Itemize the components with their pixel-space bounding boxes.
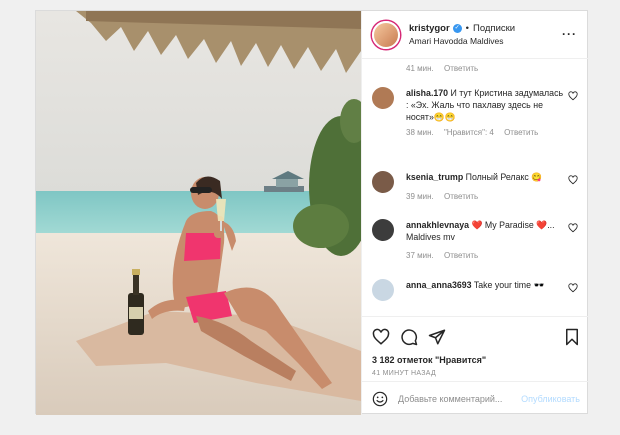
comment-time: 38 мин. — [406, 128, 434, 137]
post-location[interactable]: Amari Havodda Maldives — [409, 35, 515, 48]
following-button[interactable]: Подписки — [473, 22, 515, 35]
post-side-panel: kristygor ✓ • Подписки Amari Havodda Mal… — [361, 11, 590, 415]
comment-time: 37 мин. — [406, 251, 434, 260]
comment-likes[interactable]: "Нравится": 4 — [444, 128, 494, 137]
more-options-icon[interactable]: ··· — [562, 27, 577, 41]
like-comment-heart-icon[interactable] — [568, 283, 578, 293]
commenter-avatar[interactable] — [372, 87, 394, 109]
comment-text: Полный Релакс 😋 — [465, 172, 543, 182]
commenter-avatar[interactable] — [372, 219, 394, 241]
commenter-username[interactable]: anna_anna3693 — [406, 280, 472, 290]
comment-item: alisha.170 И тут Кристина задумалась : «… — [372, 87, 582, 137]
previous-comment-meta: 41 мин. Ответить — [406, 64, 486, 73]
commenter-avatar[interactable] — [372, 171, 394, 193]
comment-text: Take your time 🕶️ — [473, 280, 545, 290]
like-comment-heart-icon[interactable] — [568, 223, 578, 233]
verified-badge-icon: ✓ — [452, 23, 462, 33]
commenter-username[interactable]: ksenia_trump — [406, 172, 463, 182]
publish-button[interactable]: Опубликовать — [521, 394, 580, 404]
comment-item: ksenia_trump Полный Релакс 😋 39 мин. Отв… — [372, 171, 582, 201]
comment-item: anna_anna3693 Take your time 🕶️ — [372, 279, 582, 301]
comment-input[interactable] — [398, 393, 510, 404]
comments-list[interactable]: 41 мин. Ответить alisha.170 И тут Кристи… — [362, 59, 589, 313]
add-comment-bar: Опубликовать — [362, 381, 590, 415]
like-comment-heart-icon[interactable] — [568, 175, 578, 185]
author-username[interactable]: kristygor — [409, 22, 450, 35]
like-heart-icon[interactable] — [372, 328, 390, 346]
beach-photo-illustration — [36, 11, 361, 415]
post-window: kristygor ✓ • Подписки Amari Havodda Mal… — [35, 10, 590, 415]
commenter-avatar[interactable] — [372, 279, 394, 301]
reply-button[interactable]: Ответить — [444, 251, 478, 260]
post-photo[interactable] — [36, 11, 361, 415]
author-avatar[interactable] — [372, 20, 400, 49]
comment-time: 41 мин. — [406, 64, 434, 73]
save-bookmark-icon[interactable] — [564, 328, 580, 346]
commenter-username[interactable]: annakhlevnaya — [406, 220, 469, 230]
post-timestamp: 41 МИНУТ НАЗАД — [372, 370, 437, 377]
emoji-smiley-icon[interactable] — [372, 391, 388, 407]
commenter-username[interactable]: alisha.170 — [406, 88, 448, 98]
like-comment-heart-icon[interactable] — [568, 91, 578, 101]
reply-button[interactable]: Ответить — [504, 128, 538, 137]
post-header: kristygor ✓ • Подписки Amari Havodda Mal… — [362, 11, 589, 59]
reply-button[interactable]: Ответить — [444, 64, 478, 73]
comment-time: 39 мин. — [406, 192, 434, 201]
reply-button[interactable]: Ответить — [444, 192, 478, 201]
comment-bubble-icon[interactable] — [400, 328, 418, 346]
share-paper-plane-icon[interactable] — [428, 328, 446, 346]
separator-dot: • — [465, 22, 469, 34]
comment-item: annakhlevnaya ❤️ My Paradise ❤️... Maldi… — [372, 219, 582, 260]
likes-count[interactable]: 3 182 отметок "Нравится" — [372, 355, 580, 365]
post-actions: 3 182 отметок "Нравится" 41 МИНУТ НАЗАД — [362, 316, 590, 377]
